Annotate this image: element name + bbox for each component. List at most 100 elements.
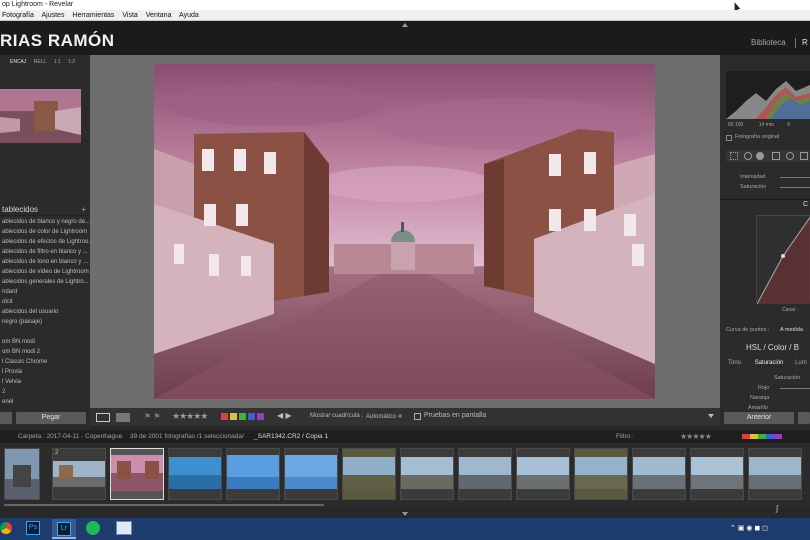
add-preset-icon[interactable]: +	[81, 204, 86, 216]
filmstrip-thumb[interactable]	[632, 448, 686, 500]
preset-item[interactable]: ablecidos de blanco y negro de...	[0, 217, 90, 227]
collapse-top-icon[interactable]	[402, 23, 408, 27]
file-name[interactable]: _SAR1342.CR2 / Copia 1	[254, 430, 328, 443]
crop-tool-icon[interactable]	[730, 152, 738, 160]
preset-item[interactable]: ablecidos del usuario	[0, 307, 90, 317]
spot-removal-icon[interactable]	[744, 152, 752, 160]
graduated-filter-icon[interactable]	[772, 152, 780, 160]
tone-curve-graph[interactable]	[756, 215, 810, 305]
red-eye-icon[interactable]	[756, 152, 764, 160]
filter-colors[interactable]	[742, 434, 782, 439]
filmstrip-thumb[interactable]	[574, 448, 628, 500]
zoom-fit[interactable]: ENCAJ	[10, 59, 26, 65]
curve-point-value[interactable]: A medida	[780, 327, 803, 333]
preset-item[interactable]: 2	[0, 387, 90, 397]
hsl-header[interactable]: HSL / Color / B	[746, 343, 799, 352]
menu-ventana[interactable]: Ventana	[146, 12, 172, 19]
preset-item[interactable]: olcit	[0, 297, 90, 307]
soft-proof-checkbox[interactable]	[414, 413, 421, 420]
spotify-icon[interactable]	[86, 521, 100, 535]
preset-item[interactable]: ablecidos de color de Lightroom	[0, 227, 90, 237]
histogram-focal: 14 mm	[758, 122, 774, 128]
tab-saturacion[interactable]: Saturación	[755, 360, 784, 366]
filmstrip-thumb[interactable]	[516, 448, 570, 500]
main-photo[interactable]	[154, 64, 655, 399]
brush-icon[interactable]	[800, 152, 808, 160]
paste-button[interactable]: Pegar	[16, 412, 86, 424]
menu-fotografia[interactable]: Fotografía	[2, 12, 34, 19]
preset-item[interactable]: ablecidos generales de Lightro...	[0, 277, 90, 287]
tone-curve-header[interactable]: C	[720, 199, 810, 209]
original-checkbox[interactable]	[726, 135, 732, 141]
navigator-preview[interactable]	[0, 89, 81, 143]
preset-item[interactable]: om BN modi 2	[0, 347, 90, 357]
filmstrip-thumb[interactable]	[168, 448, 222, 500]
filmstrip-thumb[interactable]	[284, 448, 338, 500]
before-after-icon[interactable]	[116, 413, 130, 422]
nav-arrows-icon[interactable]: ◀ ▶	[277, 411, 292, 420]
menu-ajustes[interactable]: Ajustes	[41, 12, 64, 19]
color-labels[interactable]	[221, 413, 271, 421]
photoshop-icon[interactable]: Ps	[26, 521, 40, 535]
menu-herramientas[interactable]: Herramientas	[72, 12, 114, 19]
flag-icons[interactable]: ⚑ ⚑	[144, 412, 161, 421]
reset-button[interactable]	[798, 412, 810, 424]
filmstrip-scrollbar[interactable]	[4, 504, 324, 506]
preset-item[interactable]: ablecidos de vídeo de Lightroom	[0, 267, 90, 277]
menu-ayuda[interactable]: Ayuda	[179, 12, 199, 19]
preset-item[interactable]: ndard	[0, 287, 90, 297]
loupe-view-icon[interactable]	[96, 413, 110, 422]
filmstrip-thumb[interactable]	[4, 448, 40, 500]
label-yellow[interactable]	[230, 413, 237, 420]
filmstrip-thumb-selected[interactable]	[110, 448, 164, 500]
folder-label[interactable]: Carpeta : 2017-04-11 - Copenhague	[18, 430, 122, 443]
presets-header[interactable]: tablecidos +	[0, 204, 90, 216]
preset-item[interactable]	[0, 327, 90, 337]
tab-luminancia[interactable]: Lum	[795, 360, 807, 366]
zoom-1-2[interactable]: 1:2	[68, 59, 75, 65]
saturation-slider[interactable]	[780, 187, 810, 188]
grid-dropdown[interactable]: Automático ≑	[366, 413, 403, 420]
collapse-bottom-icon[interactable]	[402, 512, 408, 516]
app-icon[interactable]	[116, 521, 132, 535]
previous-button[interactable]: Anterior	[724, 412, 794, 424]
filmstrip-thumb[interactable]	[690, 448, 744, 500]
zoom-1-1[interactable]: 1:1	[54, 59, 61, 65]
preset-item[interactable]: l Provia	[0, 367, 90, 377]
chrome-icon[interactable]	[0, 522, 12, 534]
filmstrip-thumb[interactable]	[748, 448, 802, 500]
label-green[interactable]	[239, 413, 246, 420]
filmstrip-thumb[interactable]	[226, 448, 280, 500]
preset-item[interactable]: om BN modi	[0, 337, 90, 347]
filmstrip-thumb[interactable]: 2	[52, 448, 106, 500]
label-purple[interactable]	[257, 413, 264, 420]
intensity-slider[interactable]	[780, 177, 810, 178]
toolbar-menu-icon[interactable]	[708, 414, 714, 418]
label-red[interactable]	[221, 413, 228, 420]
rating-stars[interactable]: ★★★★★	[172, 411, 208, 422]
preset-item[interactable]: ablecidos de efectos de Lightroo...	[0, 237, 90, 247]
menu-vista[interactable]: Vista	[122, 12, 137, 19]
preset-item[interactable]: negro (paisaje)	[0, 317, 90, 327]
filmstrip-thumb[interactable]	[400, 448, 454, 500]
preset-item[interactable]: enel	[0, 397, 90, 407]
preset-item[interactable]: l Classic Chrome	[0, 357, 90, 367]
preset-item[interactable]: l Velvia	[0, 377, 90, 387]
tab-tono[interactable]: Tono	[728, 360, 741, 366]
histogram[interactable]	[726, 71, 810, 119]
module-biblioteca[interactable]: Biblioteca	[751, 38, 786, 47]
copy-button[interactable]	[0, 412, 12, 424]
label-blue[interactable]	[248, 413, 255, 420]
filter-stars[interactable]: ★★★★★	[680, 430, 712, 443]
preset-item[interactable]: ablecidos de tono en blanco y ...	[0, 257, 90, 267]
radial-filter-icon[interactable]	[786, 152, 794, 160]
tray-icons[interactable]: ⌃ ▣ ◉ ◼ ◻	[730, 524, 768, 532]
lightroom-icon[interactable]: Lr	[52, 519, 76, 539]
module-revelar[interactable]: R	[802, 38, 808, 47]
filmstrip-thumb[interactable]	[458, 448, 512, 500]
preset-item[interactable]: ablecidos de filtro en blanco y ...	[0, 247, 90, 257]
filmstrip-thumb[interactable]	[342, 448, 396, 500]
zoom-fill[interactable]: RELL	[34, 59, 47, 65]
thumbnail-image	[227, 455, 279, 489]
hsl-slider[interactable]	[780, 388, 810, 389]
